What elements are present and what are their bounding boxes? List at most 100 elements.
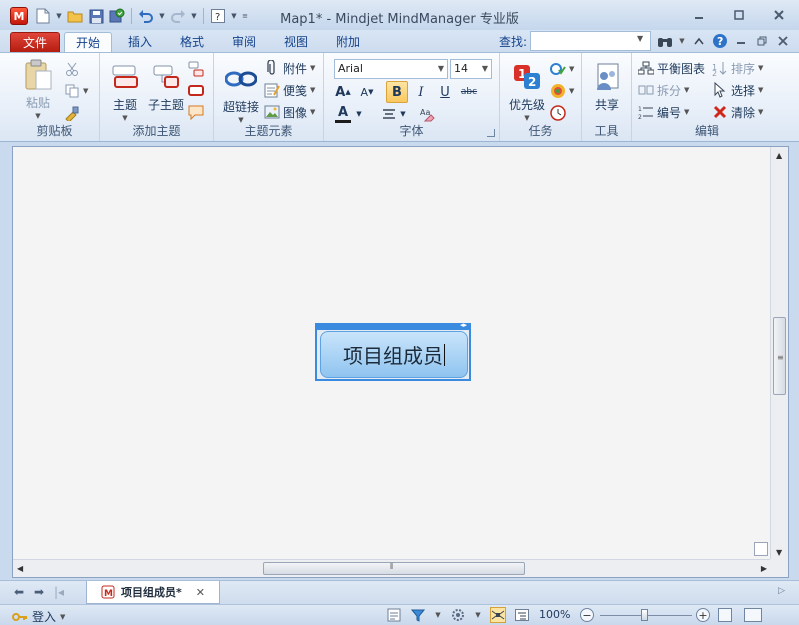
central-topic[interactable]: 项目组成员 — [320, 331, 468, 378]
gear-icon[interactable] — [450, 607, 466, 623]
share-icon — [591, 61, 623, 93]
strikethrough-button[interactable]: abc — [458, 81, 480, 103]
outline-view-icon[interactable] — [514, 607, 530, 623]
format-painter-button[interactable] — [64, 103, 80, 123]
scissors-icon — [64, 61, 80, 77]
bold-button[interactable]: B — [386, 81, 408, 103]
callout-topic-button[interactable] — [188, 81, 204, 101]
vertical-scrollbar[interactable]: ▲ ≡ ▼ — [770, 147, 788, 561]
cut-button[interactable] — [64, 59, 80, 79]
scroll-up-icon[interactable]: ▲ — [776, 151, 782, 160]
scroll-right-icon[interactable]: ▶ — [761, 564, 767, 573]
map-view-icon[interactable] — [490, 607, 506, 623]
grip-icon: ⦀ — [390, 562, 394, 571]
key-icon — [12, 612, 27, 621]
help-icon[interactable]: ? — [712, 33, 728, 49]
collapse-ribbon-icon[interactable] — [691, 33, 707, 49]
due-date-button[interactable] — [550, 103, 566, 123]
view-options-icon[interactable] — [744, 608, 762, 622]
copy-button[interactable]: ▼ — [64, 81, 88, 101]
horizontal-scrollbar[interactable]: ◀ ⦀ ▶ — [13, 559, 771, 577]
filter-icon[interactable] — [410, 607, 426, 623]
picture-icon — [264, 104, 280, 120]
subtopic-button[interactable]: 子主题 — [146, 61, 186, 113]
tab-scroll-left-icon[interactable]: |◂ — [52, 585, 66, 599]
zoom-level[interactable]: 100% — [539, 608, 570, 621]
binoculars-dropdown-icon[interactable]: ▼ — [678, 33, 686, 49]
paste-label: 粘贴 — [25, 96, 50, 110]
underline-button[interactable]: U — [434, 81, 456, 103]
paste-button[interactable]: 粘贴 ▼ — [18, 59, 58, 120]
clear-button[interactable]: 清除 ▼ — [712, 102, 763, 122]
fit-map-icon[interactable] — [718, 608, 732, 622]
tab-scroll-right-icon[interactable]: ▷ — [778, 586, 785, 596]
expand-arrows-icon[interactable]: ◂▸ — [460, 321, 467, 329]
map-canvas[interactable]: ◂▸ 项目组成员 — [13, 147, 771, 561]
document-tab[interactable]: M 项目组成员* ✕ — [86, 581, 220, 604]
balance-map-button[interactable]: 平衡图表 — [638, 58, 705, 78]
sort-dropdown-icon: ▼ — [758, 64, 764, 72]
gear-dropdown-icon[interactable]: ▼ — [474, 607, 482, 623]
task-pane-icon[interactable] — [386, 607, 402, 623]
tab-view[interactable]: 视图 — [274, 32, 318, 52]
close-tab-icon[interactable]: ✕ — [196, 586, 205, 599]
topic-button[interactable]: 主题 ▼ — [108, 61, 142, 122]
numbering-button[interactable]: 12 编号 ▼ — [638, 102, 689, 122]
share-button[interactable]: 共享 — [588, 61, 626, 113]
italic-button[interactable]: I — [410, 81, 432, 103]
find-input[interactable] — [530, 31, 651, 51]
image-button[interactable]: 图像 ▼ — [264, 102, 315, 122]
tab-home[interactable]: 开始 — [64, 32, 112, 52]
previous-doc-icon[interactable]: ⬅ — [12, 585, 26, 599]
tab-addins[interactable]: 附加 — [326, 32, 370, 52]
priority-icon: 12 — [511, 61, 543, 93]
tab-file[interactable]: 文件 — [10, 32, 60, 52]
font-size-select[interactable]: 14 ▼ — [450, 59, 492, 79]
doc-restore-icon[interactable] — [754, 33, 770, 49]
doc-minimize-icon[interactable] — [733, 33, 749, 49]
doc-close-icon[interactable] — [775, 33, 791, 49]
share-label: 共享 — [594, 98, 619, 112]
scroll-down-icon[interactable]: ▼ — [776, 548, 782, 557]
scroll-left-icon[interactable]: ◀ — [17, 564, 23, 573]
vertical-scroll-thumb[interactable]: ≡ — [773, 317, 786, 395]
topic-drag-handle[interactable]: ◂▸ — [315, 321, 471, 330]
callout-bubble-button[interactable] — [188, 103, 204, 123]
floating-topic-button[interactable] — [188, 59, 204, 79]
filter-dropdown-icon[interactable]: ▼ — [434, 607, 442, 623]
priority-button[interactable]: 12 优先级 ▼ — [504, 61, 550, 122]
shrink-font-button[interactable]: A ▼ — [356, 81, 378, 103]
tabrow-tools: ▼ ? — [657, 33, 791, 49]
tab-insert[interactable]: 插入 — [118, 32, 162, 52]
close-window-icon[interactable] — [765, 6, 793, 24]
hyperlink-button[interactable]: 超链接 ▼ — [220, 63, 262, 124]
resource-icon — [550, 83, 566, 99]
zoom-slider-thumb[interactable] — [641, 609, 648, 621]
sort-button[interactable]: 12 排序 ▼ — [712, 58, 763, 78]
document-frame: ◂▸ 项目组成员 ▲ ≡ ▼ ◀ ⦀ ▶ — [12, 146, 789, 578]
select-dropdown-icon: ▼ — [758, 86, 764, 94]
binoculars-icon[interactable] — [657, 33, 673, 49]
maximize-icon[interactable] — [725, 6, 753, 24]
zoom-out-icon[interactable]: − — [580, 608, 594, 622]
map-overview-icon[interactable] — [754, 542, 768, 556]
split-button[interactable]: 拆分 ▼ — [638, 80, 689, 100]
task-progress-button[interactable]: ▼ — [550, 59, 574, 79]
login-button[interactable]: 登入 ▼ — [12, 608, 65, 625]
group-task: 12 优先级 ▼ ▼ ▼ 任务 — [500, 53, 582, 141]
select-button[interactable]: 选择 ▼ — [712, 80, 763, 100]
notes-button[interactable]: 便笺 ▼ — [264, 80, 315, 100]
font-name-select[interactable]: Arial ▼ — [334, 59, 448, 79]
attachment-button[interactable]: 附件 ▼ — [264, 58, 315, 78]
horizontal-scroll-thumb[interactable]: ⦀ — [263, 562, 525, 575]
minimize-icon[interactable] — [685, 6, 713, 24]
tab-review[interactable]: 审阅 — [222, 32, 266, 52]
zoom-in-icon[interactable]: + — [696, 608, 710, 622]
resource-button[interactable]: ▼ — [550, 81, 574, 101]
find-dropdown-icon[interactable]: ▼ — [637, 34, 643, 43]
central-topic-selection[interactable]: ◂▸ 项目组成员 — [315, 321, 471, 381]
next-doc-icon[interactable]: ➡ — [32, 585, 46, 599]
grow-font-button[interactable]: A ▲ — [332, 81, 354, 103]
central-topic-text[interactable]: 项目组成员 — [343, 340, 443, 369]
tab-format[interactable]: 格式 — [170, 32, 214, 52]
